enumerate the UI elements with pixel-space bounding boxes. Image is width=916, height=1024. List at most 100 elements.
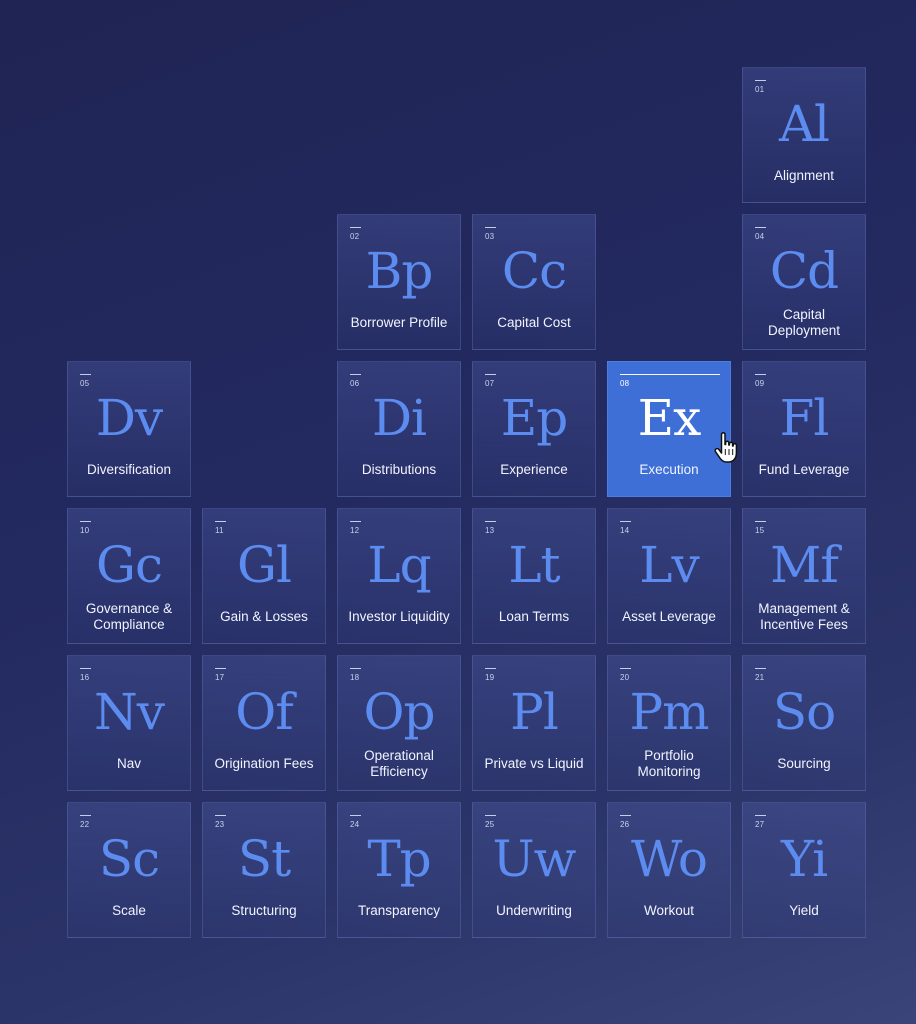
element-number: 05 <box>80 379 90 388</box>
element-tile-mf[interactable]: 15 Mf Management & Incentive Fees <box>742 508 866 644</box>
element-tile-so[interactable]: 21 So Sourcing <box>742 655 866 791</box>
element-tile-yi[interactable]: 27 Yi Yield <box>742 802 866 938</box>
element-tile-uw[interactable]: 25 Uw Underwriting <box>472 802 596 938</box>
element-number: 04 <box>755 232 765 241</box>
element-number: 19 <box>485 673 495 682</box>
element-name: Capital Deployment <box>767 307 841 338</box>
element-tile-pm[interactable]: 20 Pm Portfolio Monitoring <box>607 655 731 791</box>
element-tile-cc[interactable]: 03 Cc Capital Cost <box>472 214 596 350</box>
element-symbol: Lt <box>508 536 560 594</box>
element-number: 10 <box>80 526 90 535</box>
element-symbol: Uw <box>492 830 577 888</box>
element-number: 25 <box>485 820 495 829</box>
element-tile-al[interactable]: 01 Al Alignment <box>742 67 866 203</box>
number-bar <box>215 668 226 669</box>
element-number: 23 <box>215 820 225 829</box>
number-bar <box>350 668 361 669</box>
number-bar <box>350 227 361 228</box>
element-tile-op[interactable]: 18 Op Operational Efficiency <box>337 655 461 791</box>
element-number: 03 <box>485 232 495 241</box>
element-symbol: Of <box>235 683 294 741</box>
element-name: Diversification <box>86 462 172 477</box>
element-number: 01 <box>755 85 765 94</box>
element-name: Structuring <box>231 903 297 918</box>
element-tile-st[interactable]: 23 St Structuring <box>202 802 326 938</box>
element-tile-lq[interactable]: 12 Lq Investor Liquidity <box>337 508 461 644</box>
element-name: Scale <box>112 903 146 918</box>
element-name: Governance & Compliance <box>85 601 173 632</box>
element-name: Management & Incentive Fees <box>758 601 850 632</box>
element-name: Operational Efficiency <box>364 748 434 779</box>
element-tile-di[interactable]: 06 Di Distributions <box>337 361 461 497</box>
number-bar <box>755 521 766 522</box>
element-name: Portfolio Monitoring <box>637 748 701 779</box>
number-bar <box>215 521 226 522</box>
element-tile-gl[interactable]: 11 Gl Gain & Losses <box>202 508 326 644</box>
element-tile-ex[interactable]: 08 Ex Execution <box>607 361 731 497</box>
number-bar <box>755 80 766 81</box>
element-number: 26 <box>620 820 630 829</box>
element-tile-of[interactable]: 17 Of Origination Fees <box>202 655 326 791</box>
element-tile-lt[interactable]: 13 Lt Loan Terms <box>472 508 596 644</box>
element-name: Private vs Liquid <box>484 756 584 771</box>
element-number: 07 <box>485 379 495 388</box>
element-name: Underwriting <box>496 903 572 918</box>
number-bar <box>620 521 631 522</box>
element-name: Yield <box>789 903 819 918</box>
element-tile-sc[interactable]: 22 Sc Scale <box>67 802 191 938</box>
element-name: Asset Leverage <box>622 609 716 624</box>
element-number: 14 <box>620 526 630 535</box>
element-tile-cd[interactable]: 04 Cd Capital Deployment <box>742 214 866 350</box>
element-symbol: Lv <box>639 536 699 594</box>
element-name: Nav <box>116 756 141 771</box>
number-bar <box>620 815 631 816</box>
element-name: Execution <box>639 462 699 477</box>
element-tile-tp[interactable]: 24 Tp Transparency <box>337 802 461 938</box>
element-tile-ep[interactable]: 07 Ep Experience <box>472 361 596 497</box>
number-bar <box>755 374 766 375</box>
element-name: Gain & Losses <box>220 609 308 624</box>
element-symbol: Ep <box>500 389 569 447</box>
number-bar <box>485 668 496 669</box>
element-number: 11 <box>215 526 224 535</box>
element-name: Fund Leverage <box>758 462 850 477</box>
element-tile-fl[interactable]: 09 Fl Fund Leverage <box>742 361 866 497</box>
element-tile-wo[interactable]: 26 Wo Workout <box>607 802 731 938</box>
element-number: 17 <box>215 673 225 682</box>
element-tile-lv[interactable]: 14 Lv Asset Leverage <box>607 508 731 644</box>
number-bar <box>620 668 631 669</box>
element-number: 06 <box>350 379 360 388</box>
number-bar <box>755 668 766 669</box>
element-number: 15 <box>755 526 765 535</box>
element-symbol: Cc <box>501 242 567 300</box>
number-bar <box>485 815 496 816</box>
element-number: 21 <box>755 673 765 682</box>
element-symbol: Op <box>363 683 436 741</box>
element-tile-pl[interactable]: 19 Pl Private vs Liquid <box>472 655 596 791</box>
element-name: Transparency <box>357 903 441 918</box>
element-number: 08 <box>620 379 630 388</box>
element-number: 18 <box>350 673 360 682</box>
element-name: Origination Fees <box>214 756 314 771</box>
number-bar <box>350 815 361 816</box>
element-symbol: Lq <box>367 536 431 594</box>
element-tile-nv[interactable]: 16 Nv Nav <box>67 655 191 791</box>
element-name: Alignment <box>773 168 835 183</box>
element-symbol: Bp <box>365 242 434 300</box>
element-tile-gc[interactable]: 10 Gc Governance & Compliance <box>67 508 191 644</box>
element-number: 27 <box>755 820 765 829</box>
element-symbol: St <box>237 830 291 888</box>
element-tile-bp[interactable]: 02 Bp Borrower Profile <box>337 214 461 350</box>
element-symbol: Yi <box>780 830 828 888</box>
element-symbol: Wo <box>630 830 708 888</box>
element-name: Sourcing <box>777 756 831 771</box>
element-number: 13 <box>485 526 495 535</box>
element-tile-dv[interactable]: 05 Dv Diversification <box>67 361 191 497</box>
element-symbol: Al <box>778 95 830 153</box>
element-symbol: Gl <box>237 536 292 594</box>
element-name: Experience <box>500 462 568 477</box>
element-name: Investor Liquidity <box>348 609 450 624</box>
element-symbol: Sc <box>98 830 160 888</box>
element-symbol: Mf <box>770 536 839 594</box>
element-number: 09 <box>755 379 765 388</box>
